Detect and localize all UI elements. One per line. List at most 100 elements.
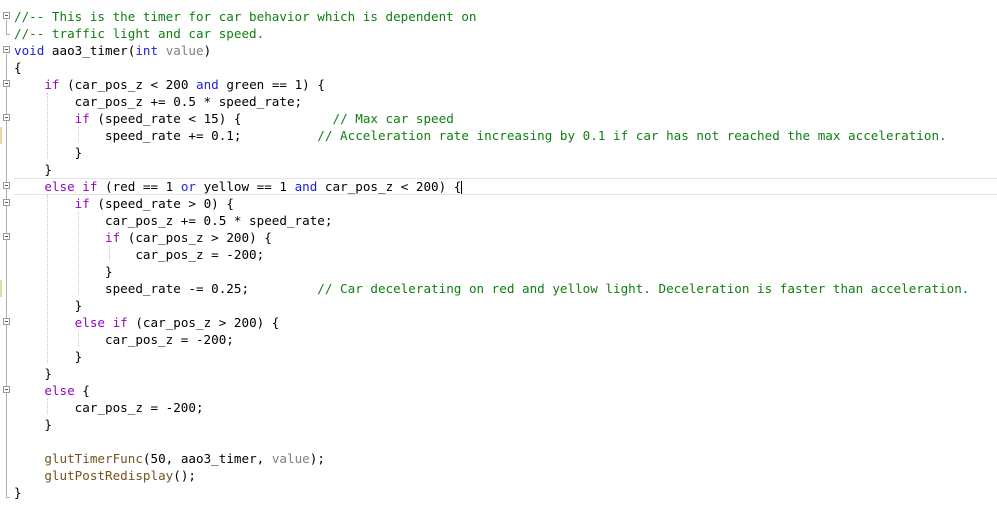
- code-token: }: [14, 417, 52, 432]
- code-token: (50, aao3_timer,: [142, 451, 272, 466]
- code-token: speed_rate += 0.1;: [14, 128, 318, 143]
- code-token: if: [74, 196, 90, 211]
- code-line[interactable]: glutTimerFunc(50, aao3_timer, value);: [14, 450, 325, 467]
- code-token: car_pos_z = -200;: [14, 247, 265, 262]
- code-token: yellow == 1: [196, 179, 295, 194]
- collapse-minus-icon[interactable]: [3, 46, 10, 53]
- code-line[interactable]: void aao3_timer(int value): [14, 42, 211, 59]
- code-line[interactable]: car_pos_z = -200;: [14, 399, 204, 416]
- code-line[interactable]: else if (car_pos_z > 200) {: [14, 314, 280, 331]
- code-token: }: [14, 264, 113, 279]
- code-token: }: [14, 298, 83, 313]
- code-token: car_pos_z = -200;: [14, 332, 234, 347]
- code-token: // Car decelerating on red and yellow li…: [317, 281, 970, 296]
- code-line[interactable]: car_pos_z = -200;: [14, 331, 234, 348]
- code-editor[interactable]: //-- This is the timer for car behavior …: [0, 0, 997, 509]
- code-token: car_pos_z += 0.5 * speed_rate;: [14, 94, 303, 109]
- collapse-minus-icon[interactable]: [3, 233, 10, 240]
- code-line[interactable]: }: [14, 144, 83, 161]
- collapse-minus-icon[interactable]: [3, 386, 10, 393]
- code-line[interactable]: car_pos_z += 0.5 * speed_rate;: [14, 93, 302, 110]
- text-caret: [461, 181, 463, 194]
- code-token: //-- traffic light and car speed.: [14, 26, 265, 41]
- code-token: );: [309, 451, 325, 466]
- change-marker: [0, 127, 2, 144]
- code-line[interactable]: if (speed_rate > 0) {: [14, 195, 234, 212]
- code-line[interactable]: }: [14, 484, 22, 501]
- code-token: {: [14, 60, 22, 75]
- fold-end-mark: [6, 497, 10, 498]
- code-token: }: [14, 145, 83, 160]
- collapse-minus-icon[interactable]: [3, 80, 10, 87]
- code-token: int: [135, 43, 159, 58]
- code-token: if: [105, 230, 121, 245]
- code-line[interactable]: }: [14, 263, 113, 280]
- code-token: // Max car speed: [332, 111, 454, 126]
- code-token: ): [203, 43, 212, 58]
- code-line[interactable]: }: [14, 416, 52, 433]
- code-line[interactable]: }: [14, 365, 52, 382]
- collapse-minus-icon[interactable]: [3, 114, 10, 121]
- fold-guide-line: [6, 20, 7, 34]
- code-token: if: [44, 77, 60, 92]
- code-line[interactable]: }: [14, 297, 83, 314]
- fold-end-mark: [6, 34, 10, 35]
- code-token: and: [294, 179, 318, 194]
- code-token: car_pos_z += 0.5 * speed_rate;: [14, 213, 333, 228]
- code-token: {: [74, 383, 90, 398]
- code-token: }: [14, 485, 22, 500]
- code-line[interactable]: if (car_pos_z > 200) {: [14, 229, 272, 246]
- code-line[interactable]: speed_rate -= 0.25; // Car decelerating …: [14, 280, 969, 297]
- collapse-minus-icon[interactable]: [3, 199, 10, 206]
- collapse-minus-icon[interactable]: [3, 12, 10, 19]
- fold-gutter: [0, 0, 14, 509]
- code-line[interactable]: }: [14, 161, 52, 178]
- code-token: car_pos_z = -200;: [14, 400, 204, 415]
- code-token: (speed_rate > 0) {: [89, 196, 234, 211]
- code-token: green == 1) {: [218, 77, 325, 92]
- code-line[interactable]: {: [14, 59, 22, 76]
- code-line[interactable]: if (car_pos_z < 200 and green == 1) {: [14, 76, 325, 93]
- code-line[interactable]: //-- traffic light and car speed.: [14, 25, 264, 42]
- code-token: }: [14, 349, 83, 364]
- code-token: if: [74, 111, 90, 126]
- code-token: // Acceleration rate increasing by 0.1 i…: [317, 128, 947, 143]
- code-token: car_pos_z < 200) {: [317, 179, 462, 194]
- code-token: (speed_rate < 15) {: [89, 111, 333, 126]
- change-marker: [0, 280, 2, 297]
- code-line[interactable]: glutPostRedisplay();: [14, 467, 196, 484]
- collapse-minus-icon[interactable]: [3, 182, 10, 189]
- code-token: }: [14, 366, 52, 381]
- code-token: //-- This is the timer for car behavior …: [14, 9, 477, 24]
- code-token: aao3_timer(: [44, 43, 136, 58]
- code-token: speed_rate -= 0.25;: [14, 281, 318, 296]
- code-token: ();: [173, 468, 196, 483]
- code-line[interactable]: if (speed_rate < 15) { // Max car speed: [14, 110, 454, 127]
- code-token: (car_pos_z > 200) {: [127, 315, 280, 330]
- code-line[interactable]: }: [14, 348, 83, 365]
- code-token: (red == 1: [97, 179, 181, 194]
- code-token: or: [180, 179, 196, 194]
- code-token: else: [44, 383, 75, 398]
- code-line[interactable]: car_pos_z = -200;: [14, 246, 264, 263]
- code-line[interactable]: else {: [14, 382, 90, 399]
- code-line[interactable]: car_pos_z += 0.5 * speed_rate;: [14, 212, 332, 229]
- code-token: void: [14, 43, 45, 58]
- collapse-minus-icon[interactable]: [3, 318, 10, 325]
- current-code-line[interactable]: else if (red == 1 or yellow == 1 and car…: [14, 178, 997, 195]
- code-line[interactable]: //-- This is the timer for car behavior …: [14, 8, 477, 25]
- code-token: else if: [44, 179, 98, 194]
- code-token: (car_pos_z < 200: [59, 77, 196, 92]
- code-token: else if: [74, 315, 128, 330]
- code-token: glutTimerFunc: [44, 451, 143, 466]
- code-line[interactable]: speed_rate += 0.1; // Acceleration rate …: [14, 127, 947, 144]
- code-token: (car_pos_z > 200) {: [120, 230, 272, 245]
